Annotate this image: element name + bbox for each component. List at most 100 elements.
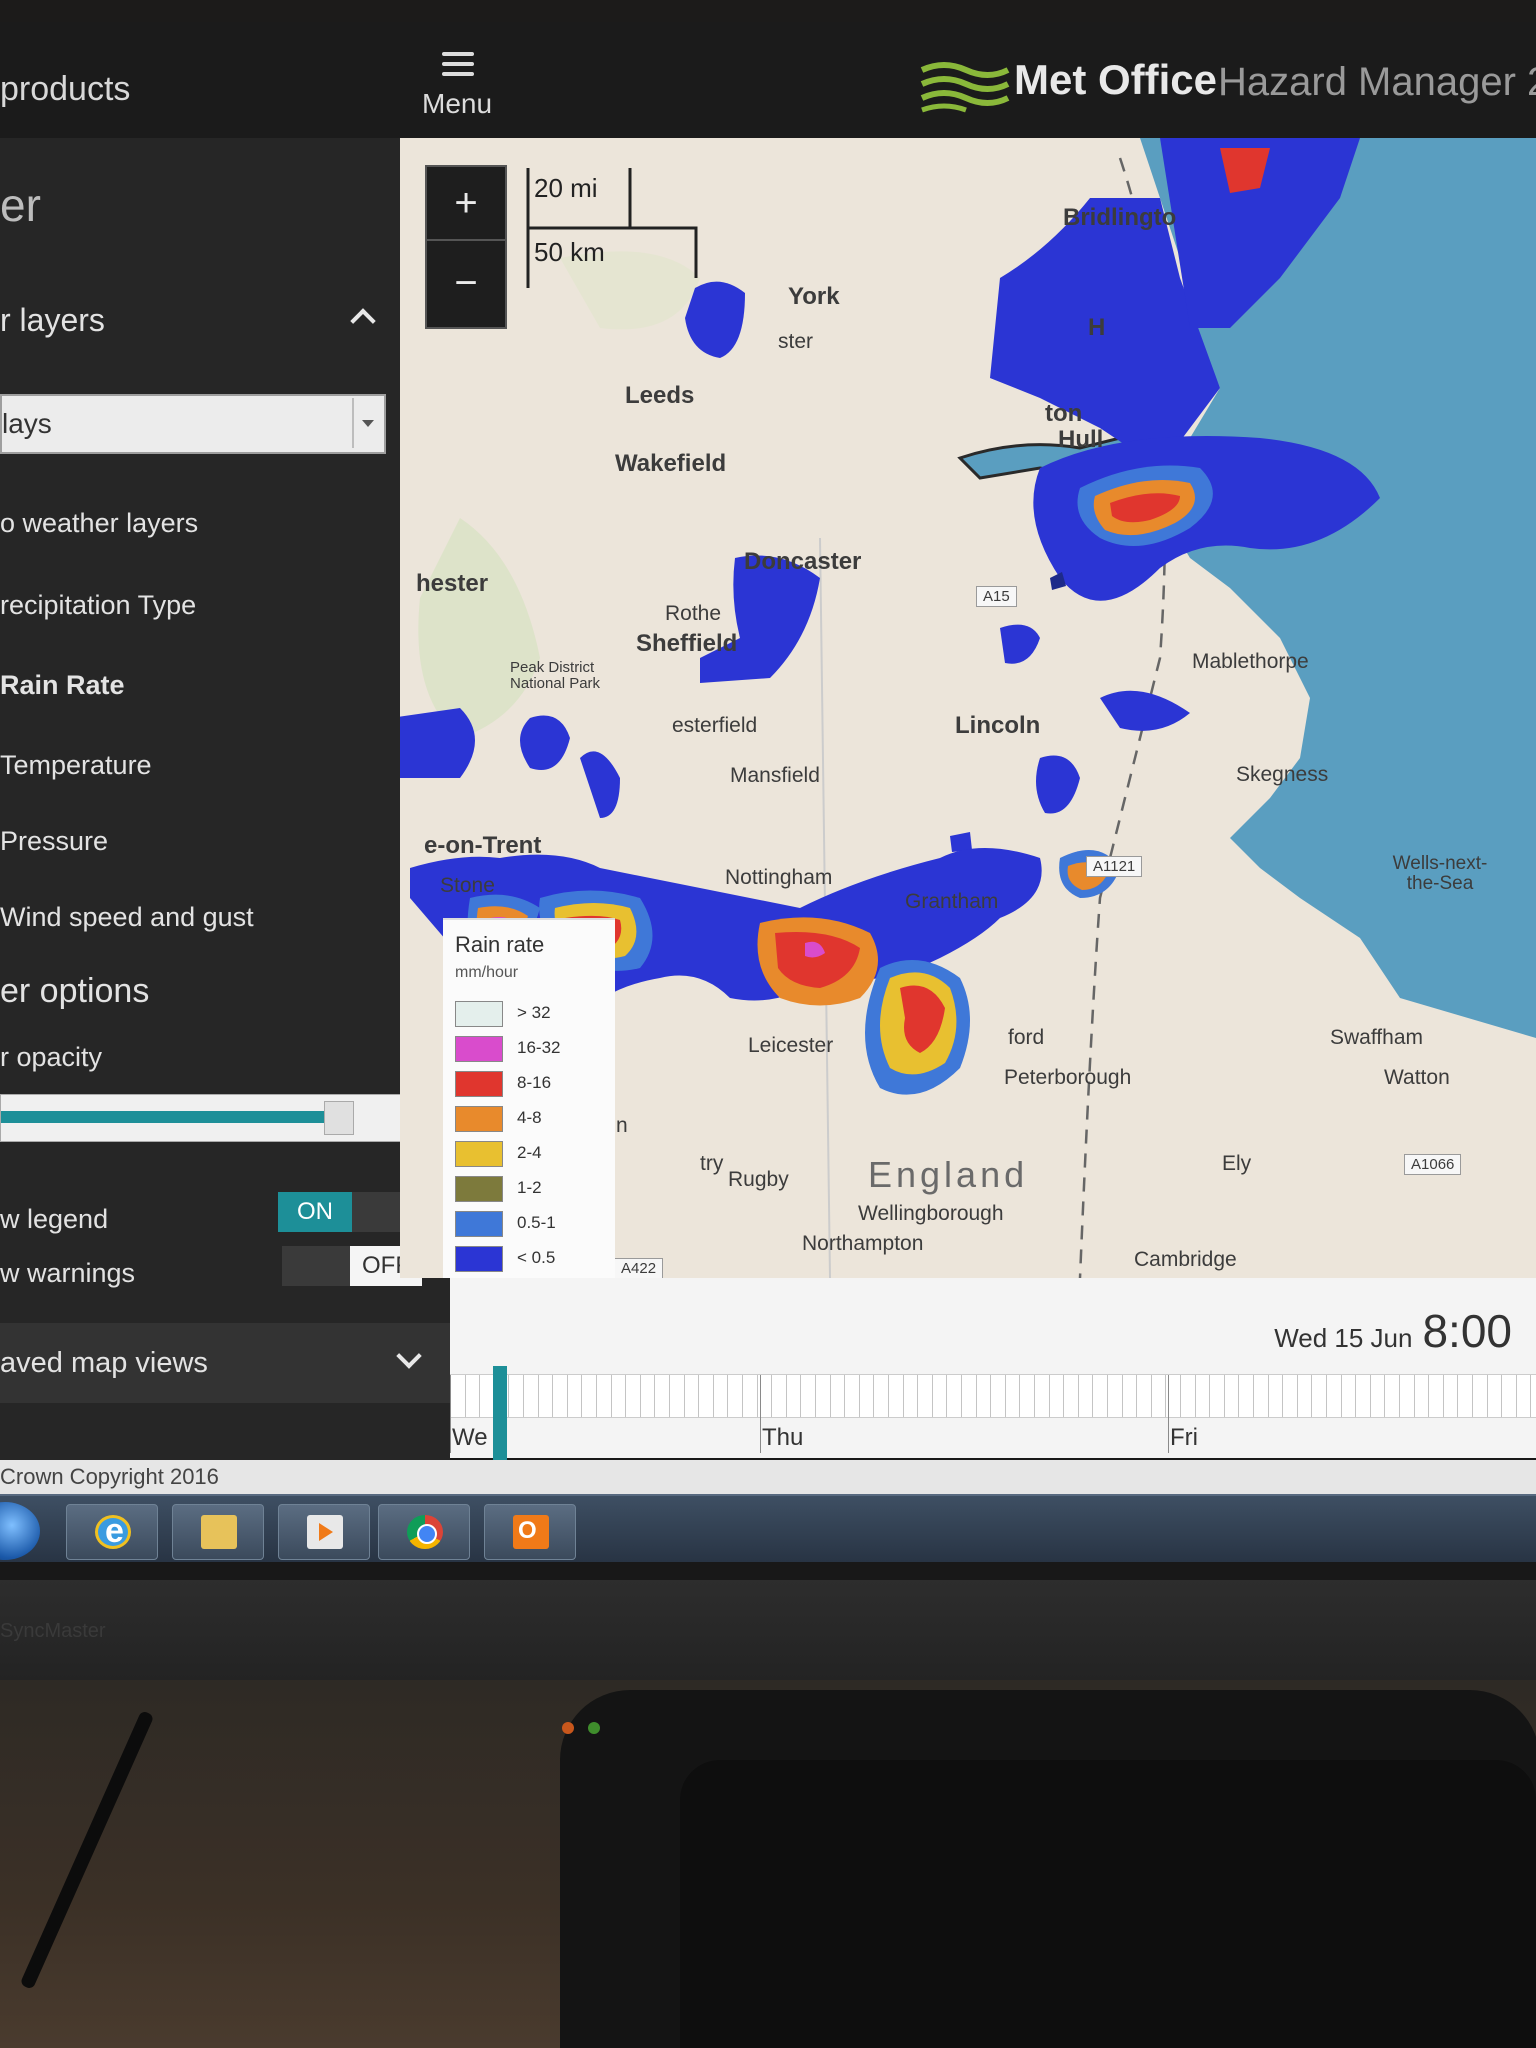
timeline-tick	[625, 1375, 626, 1417]
taskbar-file-explorer[interactable]	[172, 1504, 264, 1560]
copyright-bar: Crown Copyright 2016	[0, 1460, 1536, 1494]
timeline-tick	[1224, 1375, 1225, 1417]
place-label: Rothe	[665, 602, 722, 625]
media-player-icon	[307, 1515, 343, 1549]
layer-option-none[interactable]: o weather layers	[0, 508, 198, 539]
timeline-tick	[844, 1375, 845, 1417]
zoom-in-button[interactable]: +	[427, 167, 505, 241]
place-label: Nottingham	[725, 866, 833, 889]
legend-label: 8-16	[517, 1073, 552, 1092]
timeline-tick	[903, 1375, 904, 1417]
place-label: ster	[778, 330, 814, 353]
toggle-on-state: ON	[278, 1192, 352, 1232]
place-label: Wakefield	[615, 450, 727, 477]
internet-explorer-icon	[95, 1512, 131, 1551]
legend-label: 1-2	[517, 1178, 542, 1197]
place-label: Grantham	[905, 890, 999, 913]
place-label: e-on-Trent	[424, 832, 542, 859]
legend-row: 0.5-1	[455, 1208, 605, 1238]
legend-row: > 32	[455, 998, 605, 1028]
timeline-tick	[1457, 1375, 1458, 1417]
timeline-day-thu: Thu	[762, 1424, 804, 1451]
taskbar-chrome[interactable]	[378, 1504, 470, 1560]
legend-swatch	[455, 1176, 503, 1202]
timeline-tick	[508, 1375, 509, 1417]
map-view[interactable]: + − 20 mi 50 km Bridlingto York ster Lee…	[400, 138, 1536, 1278]
scale-km: 50 km	[534, 237, 605, 267]
timeline-tick	[1297, 1375, 1298, 1417]
place-label: Bridlingto	[1063, 204, 1177, 231]
taskbar	[0, 1494, 1536, 1562]
timeline-tick	[640, 1375, 641, 1417]
legend-swatch	[455, 1211, 503, 1237]
timeline-tick	[976, 1375, 977, 1417]
bezel-brand: SyncMaster	[0, 1620, 106, 1642]
sidebar: er r layers lays o weather layers recipi…	[0, 138, 450, 1460]
timeline-tick	[786, 1375, 787, 1417]
timeline-tick	[800, 1375, 801, 1417]
timeline-tick	[1399, 1375, 1400, 1417]
timeline-tick	[815, 1375, 816, 1417]
peak-district-area	[418, 518, 540, 738]
met-office-logo-icon	[920, 62, 1010, 113]
timeline-tick	[1384, 1375, 1385, 1417]
overlay-select[interactable]: lays	[0, 394, 386, 454]
road-shield: A15	[976, 586, 1017, 607]
timeline-day-divider	[450, 1375, 451, 1453]
taskbar-media-player[interactable]	[278, 1504, 370, 1560]
timeline-tick	[1063, 1375, 1064, 1417]
place-label: Ely	[1222, 1152, 1252, 1175]
timeline-tick	[1253, 1375, 1254, 1417]
layer-option-temperature[interactable]: Temperature	[0, 750, 152, 781]
hamburger-icon	[442, 52, 474, 78]
place-label: York	[788, 283, 840, 310]
place-label: Rugby	[728, 1168, 789, 1191]
place-label: ford	[1008, 1026, 1045, 1049]
legend-label: < 0.5	[517, 1248, 556, 1267]
timeline-tick	[873, 1375, 874, 1417]
timeline-tick	[596, 1375, 597, 1417]
place-label: Wells-next-the-Sea	[1392, 853, 1488, 894]
status-led	[588, 1722, 600, 1734]
products-link[interactable]: products	[0, 70, 130, 109]
layer-option-rain-rate[interactable]: Rain Rate	[0, 670, 125, 701]
timeline-tick	[1530, 1375, 1531, 1417]
place-label: Stone	[440, 874, 495, 897]
show-legend-toggle[interactable]: ON	[278, 1192, 418, 1232]
place-label: Wellingborough	[858, 1202, 1004, 1225]
legend-swatch	[455, 1071, 503, 1097]
place-label: Leicester	[748, 1034, 834, 1057]
legend-title: Rain rate	[455, 932, 545, 957]
taskbar-internet-explorer[interactable]	[66, 1504, 158, 1560]
place-label: Mablethorpe	[1192, 650, 1309, 673]
zoom-out-button[interactable]: −	[427, 247, 505, 319]
menu-button[interactable]: Menu	[410, 42, 500, 122]
saved-map-views-header[interactable]: aved map views	[0, 1323, 450, 1403]
zoom-control: + −	[425, 165, 507, 329]
opacity-slider-thumb[interactable]	[324, 1101, 354, 1135]
timeline-tick	[961, 1375, 962, 1417]
layers-header[interactable]: r layers	[0, 294, 400, 350]
taskbar-outlook[interactable]	[484, 1504, 576, 1560]
start-button-icon[interactable]	[0, 1502, 40, 1560]
timeline-tick	[567, 1375, 568, 1417]
timeline-handle[interactable]	[493, 1366, 507, 1460]
opacity-slider[interactable]	[0, 1094, 416, 1142]
layer-option-pressure[interactable]: Pressure	[0, 826, 108, 857]
scale-miles: 20 mi	[534, 173, 598, 203]
place-label: H	[1088, 314, 1106, 341]
timeline-tick	[1107, 1375, 1108, 1417]
place-label: hester	[416, 570, 489, 597]
road-shield: A1121	[1086, 856, 1143, 877]
sidebar-title: er	[0, 179, 41, 231]
timeline-track[interactable]	[450, 1374, 1536, 1453]
layer-option-wind[interactable]: Wind speed and gust	[0, 902, 254, 933]
place-label: Lincoln	[955, 712, 1041, 739]
chevron-down-icon	[396, 1343, 422, 1369]
timeline-tick	[1165, 1375, 1166, 1417]
timeline-tick	[479, 1375, 480, 1417]
current-date: Wed 15 Jun	[1274, 1323, 1413, 1353]
scale-bar: 20 mi 50 km	[520, 163, 820, 303]
app-header: products Menu Met Office Hazard Manager …	[0, 10, 1536, 138]
layer-option-precipitation-type[interactable]: recipitation Type	[0, 590, 196, 621]
